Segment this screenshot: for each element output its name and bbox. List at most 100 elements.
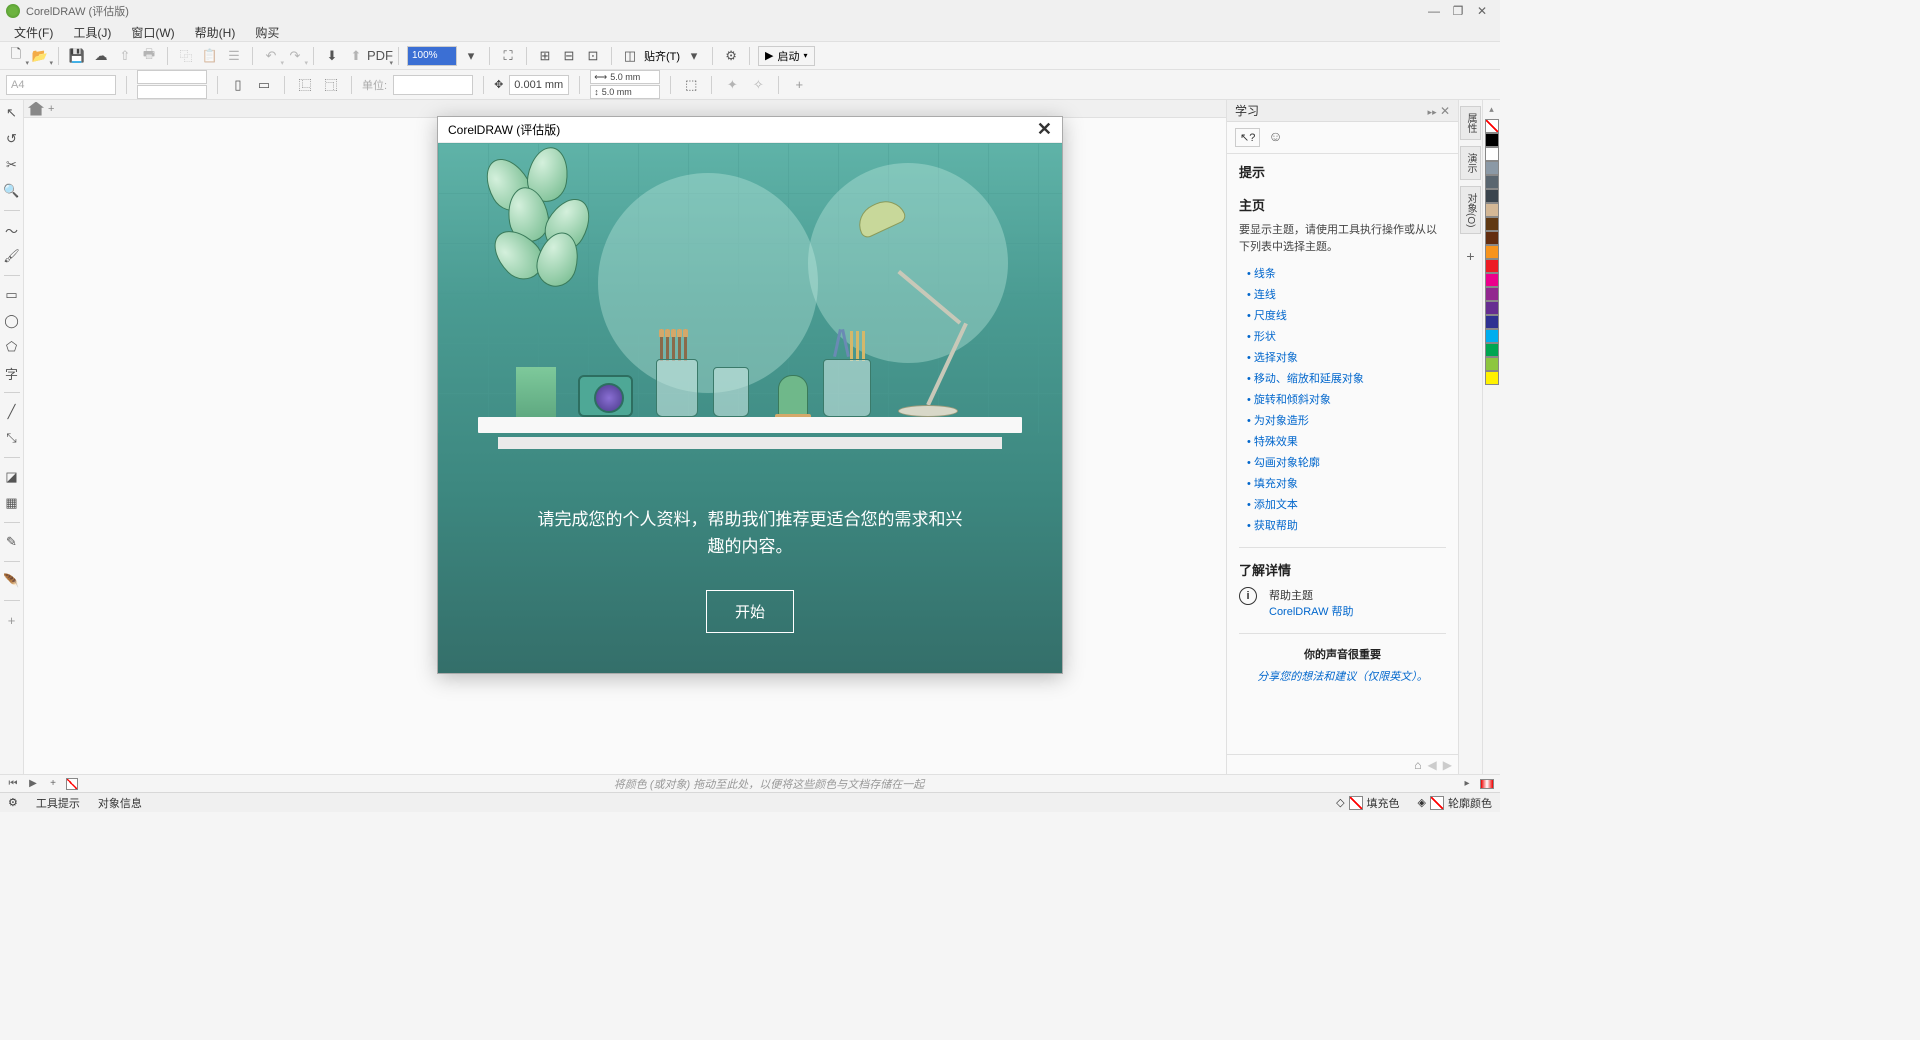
minimize-button[interactable]: — [1422,4,1446,18]
import-button[interactable]: ⬇ [322,46,342,66]
redo-button[interactable]: ↷ [285,46,305,66]
dup-x[interactable]: ⟷5.0 mm [590,70,660,84]
link-fill[interactable]: 填充对象 [1247,475,1446,491]
cloud-up-button[interactable]: ⇧ [115,46,135,66]
options-button[interactable]: ⚙ [721,46,741,66]
undo-button[interactable]: ↶ [261,46,281,66]
link-shape-obj[interactable]: 为对象造形 [1247,412,1446,428]
pdf-button[interactable]: PDF [370,46,390,66]
open-button[interactable]: 📂 [30,46,50,66]
guides-button[interactable]: ⊡ [583,46,603,66]
zoom-tool[interactable]: 🔍 [3,182,21,200]
print-button[interactable]: 🖶 [139,46,159,66]
unit-combo[interactable] [393,75,473,95]
color-swatch[interactable] [1485,175,1499,189]
link-effects[interactable]: 特殊效果 [1247,433,1446,449]
color-swatch[interactable] [1485,273,1499,287]
link-help[interactable]: 获取帮助 [1247,517,1446,533]
cloud-button[interactable]: ☁ [91,46,111,66]
save-button[interactable]: 💾 [67,46,87,66]
copy-button[interactable]: ⿻ [176,46,196,66]
launch-combo[interactable]: ▶启动▾ [758,46,814,66]
color-swatch[interactable] [1485,371,1499,385]
palette-menu[interactable]: ▸ [1460,777,1474,791]
color-swatch[interactable] [1485,133,1499,147]
panel-fwd[interactable]: ▶ [1443,758,1452,772]
rulers-button[interactable]: ⊞ [535,46,555,66]
page-first[interactable]: ⏮ [6,777,20,791]
zoom-dd[interactable]: ▾ [461,46,481,66]
right-tab-properties[interactable]: 属性 [1460,106,1481,140]
panel-close[interactable]: ✕ [1440,104,1450,118]
page-height[interactable] [137,85,207,99]
link-connect[interactable]: 连线 [1247,286,1446,302]
cursor-hint-icon[interactable]: ↖? [1235,128,1260,147]
panel-collapse[interactable]: ▸▸ [1428,107,1437,117]
add-tool[interactable]: + [3,611,21,629]
link-move[interactable]: 移动、缩放和延展对象 [1247,370,1446,386]
right-tab-presentation[interactable]: 演示 [1460,146,1481,180]
link-outline[interactable]: 勾画对象轮廓 [1247,454,1446,470]
color-swatch[interactable] [1485,189,1499,203]
home-tab-icon[interactable] [28,102,44,116]
restore-button[interactable]: ❐ [1446,4,1470,18]
menu-buy[interactable]: 购买 [245,22,289,41]
snap-label[interactable]: 贴齐(T) [644,48,680,64]
color-swatch[interactable] [1485,217,1499,231]
panel-home-icon[interactable]: ⌂ [1414,758,1421,772]
fill-indicator[interactable]: ◇填充色 [1336,795,1399,811]
effect2-button[interactable]: ✧ [748,75,768,95]
rectangle-tool[interactable]: ▭ [3,286,21,304]
ellipse-tool[interactable]: ◯ [3,312,21,330]
clipboard-button[interactable]: ☰ [224,46,244,66]
polygon-tool[interactable]: ⬠ [3,338,21,356]
gear-icon[interactable]: ⚙ [8,796,18,809]
pick-tool[interactable]: ↖ [3,104,21,122]
start-button[interactable]: 开始 [706,590,794,633]
export-button[interactable]: ⬆ [346,46,366,66]
page-next[interactable]: ▶ [26,777,40,791]
color-swatch[interactable] [1485,343,1499,357]
menu-window[interactable]: 窗口(W) [121,22,184,41]
link-dimension[interactable]: 尺度线 [1247,307,1446,323]
color-swatch[interactable] [1485,259,1499,273]
color-none[interactable] [1485,119,1499,133]
color-swatch[interactable] [1485,287,1499,301]
dialog-close-button[interactable]: ✕ [1037,119,1052,140]
page-add[interactable]: + [46,777,60,791]
color-swatch[interactable] [1485,161,1499,175]
color-swatch[interactable] [1485,357,1499,371]
current-page-button[interactable]: ⿹ [321,75,341,95]
link-shapes[interactable]: 形状 [1247,328,1446,344]
doc-palette-add[interactable] [66,778,78,790]
menu-file[interactable]: 文件(F) [4,22,63,41]
freehand-tool[interactable]: 〜 [3,221,21,239]
flag-icon[interactable] [1480,779,1494,789]
add-tab[interactable]: + [48,103,54,115]
shadow-tool[interactable]: ◪ [3,468,21,486]
snap-icon[interactable]: ◫ [620,46,640,66]
color-swatch[interactable] [1485,329,1499,343]
color-swatch[interactable] [1485,231,1499,245]
all-pages-button[interactable]: ⿺ [295,75,315,95]
panel-back[interactable]: ◀ [1428,758,1437,772]
effect1-button[interactable]: ✦ [722,75,742,95]
fill-tool[interactable]: 🪶 [3,572,21,590]
right-tab-objects[interactable]: 对象(O) [1460,186,1481,234]
add-button[interactable]: + [789,75,809,95]
link-text[interactable]: 添加文本 [1247,496,1446,512]
close-button[interactable]: ✕ [1470,4,1494,18]
link-select[interactable]: 选择对象 [1247,349,1446,365]
crop-tool[interactable]: ✂ [3,156,21,174]
snap-dd[interactable]: ▾ [684,46,704,66]
color-swatch[interactable] [1485,203,1499,217]
crop-button[interactable]: ⬚ [681,75,701,95]
color-swatch[interactable] [1485,245,1499,259]
shape-tool[interactable]: ↺ [3,130,21,148]
person-icon[interactable]: ☺ [1268,128,1282,147]
color-swatch[interactable] [1485,147,1499,161]
eyedropper-tool[interactable]: ✎ [3,533,21,551]
new-button[interactable]: 🗋 [6,46,26,66]
connector-tool[interactable]: ⤡ [3,429,21,447]
palette-up[interactable]: ▴ [1489,104,1494,115]
